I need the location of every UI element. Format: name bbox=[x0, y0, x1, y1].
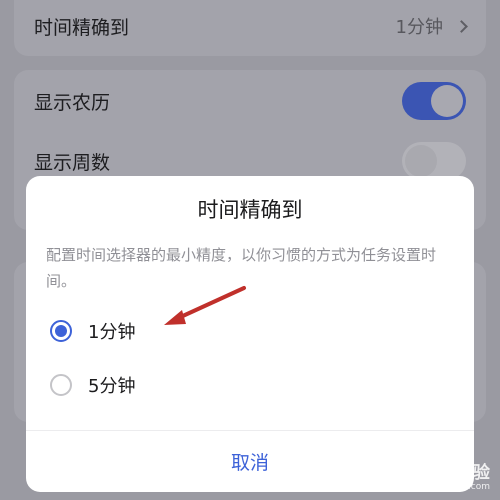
option-1-minute[interactable]: 1分钟 bbox=[50, 314, 135, 348]
radio-checked-icon[interactable] bbox=[50, 320, 72, 342]
option-label: 5分钟 bbox=[88, 376, 136, 397]
watermark: Bai du 经验 jingyan.baidu.com bbox=[389, 463, 490, 494]
toggle-knob bbox=[431, 85, 463, 117]
watermark-logo: Bai du 经验 bbox=[389, 463, 490, 483]
dialog-title: 时间精确到 bbox=[197, 198, 303, 222]
precision-dialog: 时间精确到 配置时间选择器的最小精度，以你习惯的方式为任务设置时间。 1分钟 5… bbox=[26, 176, 474, 492]
show-lunar-label: 显示农历 bbox=[34, 91, 111, 114]
show-week-toggle[interactable] bbox=[402, 142, 466, 180]
show-week-label: 显示周数 bbox=[34, 151, 111, 174]
show-lunar-toggle[interactable] bbox=[402, 82, 466, 120]
settings-card-precision: 时间精确到 1分钟 bbox=[14, 0, 486, 56]
precision-row-label: 时间精确到 bbox=[34, 16, 130, 39]
precision-row-value: 1分钟 bbox=[395, 13, 468, 39]
precision-value-text: 1分钟 bbox=[395, 17, 443, 38]
show-lunar-row: 显示农历 bbox=[34, 81, 466, 121]
show-week-row: 显示周数 bbox=[34, 141, 466, 181]
annotation-arrow-icon bbox=[164, 286, 246, 325]
toggle-knob bbox=[405, 145, 437, 177]
chevron-right-icon bbox=[455, 19, 468, 33]
dialog-description: 配置时间选择器的最小精度，以你习惯的方式为任务设置时间。 bbox=[46, 246, 437, 290]
radio-unchecked-icon[interactable] bbox=[50, 374, 72, 396]
option-label: 1分钟 bbox=[88, 322, 136, 343]
option-5-minutes[interactable]: 5分钟 bbox=[50, 368, 135, 402]
precision-row[interactable]: 时间精确到 1分钟 bbox=[34, 6, 468, 46]
